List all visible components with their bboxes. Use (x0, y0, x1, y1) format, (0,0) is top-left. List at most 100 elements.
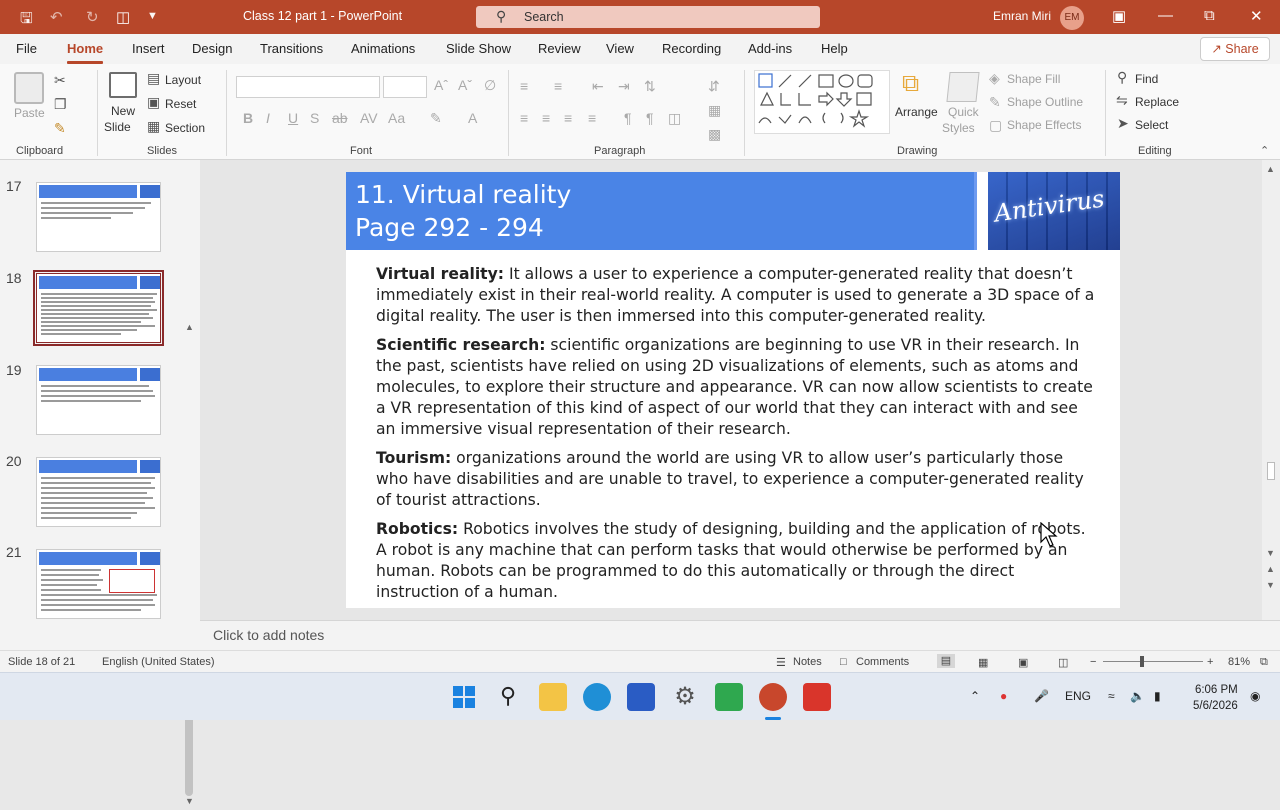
tab-file[interactable]: File (16, 41, 37, 56)
clock[interactable]: 6:06 PM 5/6/2026 (1193, 682, 1238, 714)
customize-toolbar-icon[interactable]: ▼ (147, 10, 158, 22)
wifi-icon[interactable]: ≈ (1108, 689, 1115, 703)
ribbon-display-icon[interactable]: ▣ (1112, 7, 1126, 25)
notes-button[interactable]: Notes (793, 656, 822, 668)
file-explorer-icon[interactable] (539, 683, 567, 711)
slide-scrollbar[interactable]: ▲ ▼ ▲ ▼ (1262, 160, 1280, 620)
share-button[interactable]: ↗ Share (1200, 37, 1270, 61)
section-button[interactable]: Section (165, 121, 205, 135)
change-case-icon[interactable]: Aa (388, 110, 405, 126)
bold-icon[interactable]: B (243, 110, 253, 126)
new-slide-button-label[interactable]: Slide (104, 120, 131, 134)
settings-icon[interactable]: ⚙ (671, 683, 699, 711)
paragraph-tourism[interactable]: Tourism: organizations around the world … (376, 448, 1096, 511)
powerpoint-icon[interactable] (759, 683, 787, 711)
italic-icon[interactable]: I (266, 110, 270, 126)
tray-app-icon[interactable]: ● (1000, 689, 1007, 703)
close-icon[interactable]: ✕ (1250, 7, 1263, 25)
slide-show-icon[interactable]: ◫ (1058, 656, 1068, 669)
numbering-icon[interactable]: ≡ (554, 78, 562, 94)
shape-fill-button[interactable]: Shape Fill (1007, 72, 1060, 86)
edge-icon[interactable] (583, 683, 611, 711)
zoom-slider[interactable] (1103, 661, 1203, 662)
restore-icon[interactable]: ⧉ (1204, 7, 1215, 24)
cut-icon[interactable]: ✂ (54, 72, 66, 89)
paste-icon[interactable] (14, 72, 44, 104)
collapse-ribbon-icon[interactable]: ⌃ (1260, 144, 1269, 157)
scroll-thumb[interactable] (1267, 462, 1275, 480)
avatar[interactable]: EM (1060, 6, 1084, 30)
replace-button[interactable]: Replace (1135, 95, 1179, 109)
user-name[interactable]: Emran Miri (993, 9, 1051, 23)
layout-button[interactable]: Layout (165, 73, 201, 87)
text-direction-icon[interactable]: ⇵ (708, 78, 720, 95)
format-painter-icon[interactable]: ✎ (54, 120, 66, 137)
character-spacing-icon[interactable]: AV (360, 110, 378, 126)
zoom-in-icon[interactable]: + (1207, 656, 1213, 668)
align-right-icon[interactable]: ≡ (564, 110, 572, 126)
tab-animations[interactable]: Animations (351, 41, 415, 56)
select-button[interactable]: Select (1135, 118, 1168, 132)
tab-review[interactable]: Review (538, 41, 581, 56)
tab-help[interactable]: Help (821, 41, 848, 56)
tab-slide-show[interactable]: Slide Show (446, 41, 511, 56)
zoom-slider-thumb[interactable] (1140, 656, 1144, 667)
ltr-icon[interactable]: ¶ (624, 110, 632, 126)
tab-add-ins[interactable]: Add-ins (748, 41, 792, 56)
camtasia-icon[interactable] (715, 683, 743, 711)
tab-insert[interactable]: Insert (132, 41, 165, 56)
zoom-out-icon[interactable]: − (1090, 656, 1096, 668)
increase-font-icon[interactable]: Aˆ (434, 77, 448, 93)
find-button[interactable]: Find (1135, 72, 1158, 86)
tab-home[interactable]: Home (67, 41, 104, 64)
text-shadow-icon[interactable]: S (310, 110, 319, 126)
columns-icon[interactable]: ◫ (668, 110, 681, 127)
align-center-icon[interactable]: ≡ (542, 110, 550, 126)
zoom-level[interactable]: 81% (1228, 656, 1250, 668)
justify-icon[interactable]: ≡ (588, 110, 596, 126)
quick-styles-button-label[interactable]: Styles (942, 121, 975, 135)
comments-button[interactable]: Comments (856, 656, 909, 668)
font-color-icon[interactable]: A (468, 110, 477, 126)
bullets-icon[interactable]: ≡ (520, 78, 528, 94)
next-slide-icon[interactable]: ▼ (1266, 580, 1275, 590)
slide-thumbnail[interactable] (36, 457, 161, 527)
undo-icon[interactable]: ↶ (50, 8, 63, 26)
increase-indent-icon[interactable]: ⇥ (618, 78, 630, 95)
slide-thumbnail-selected[interactable] (33, 270, 164, 346)
redo-icon[interactable]: ↻ (86, 8, 99, 26)
thumbnail-scrollbar[interactable]: ▲ ▼ (182, 320, 196, 810)
tray-overflow-icon[interactable]: ⌃ (970, 689, 980, 703)
start-slideshow-icon[interactable]: ◫ (116, 8, 130, 26)
search-taskbar-icon[interactable]: ⚲ (494, 683, 522, 711)
shape-effects-button[interactable]: Shape Effects (1007, 118, 1082, 132)
scroll-down-icon[interactable]: ▼ (185, 796, 194, 806)
tab-recording[interactable]: Recording (662, 41, 721, 56)
arrange-button[interactable]: Arrange (895, 105, 938, 119)
microphone-icon[interactable]: 🎤 (1034, 689, 1049, 703)
recorder-icon[interactable] (803, 683, 831, 711)
slide-thumbnail[interactable] (36, 182, 161, 252)
minimize-icon[interactable]: — (1158, 7, 1173, 24)
search-box[interactable]: ⚲ Search (476, 6, 820, 28)
tab-transitions[interactable]: Transitions (260, 41, 323, 56)
shape-outline-button[interactable]: Shape Outline (1007, 95, 1083, 109)
slide-sorter-icon[interactable]: ▦ (978, 656, 988, 669)
smartart-icon[interactable]: ▩ (708, 126, 721, 143)
decrease-font-icon[interactable]: Aˇ (458, 77, 472, 93)
line-spacing-icon[interactable]: ⇅ (644, 78, 656, 95)
scroll-up-icon[interactable]: ▲ (1266, 164, 1275, 174)
slide-title[interactable]: 11. Virtual reality Page 292 - 294 (355, 178, 571, 244)
notifications-icon[interactable]: ◉ (1250, 689, 1260, 703)
shapes-gallery[interactable] (754, 70, 890, 134)
antivirus-image[interactable]: Antivirus (988, 172, 1120, 250)
fit-to-window-icon[interactable]: ⧉ (1260, 656, 1268, 669)
store-icon[interactable] (627, 683, 655, 711)
strikethrough-icon[interactable]: ab (332, 110, 348, 126)
quick-styles-icon[interactable] (946, 72, 980, 102)
font-size-combo[interactable] (383, 76, 427, 98)
paste-button[interactable]: Paste (14, 106, 45, 120)
slide-thumbnail[interactable] (36, 549, 161, 619)
tab-view[interactable]: View (606, 41, 634, 56)
rtl-icon[interactable]: ¶ (646, 110, 654, 126)
